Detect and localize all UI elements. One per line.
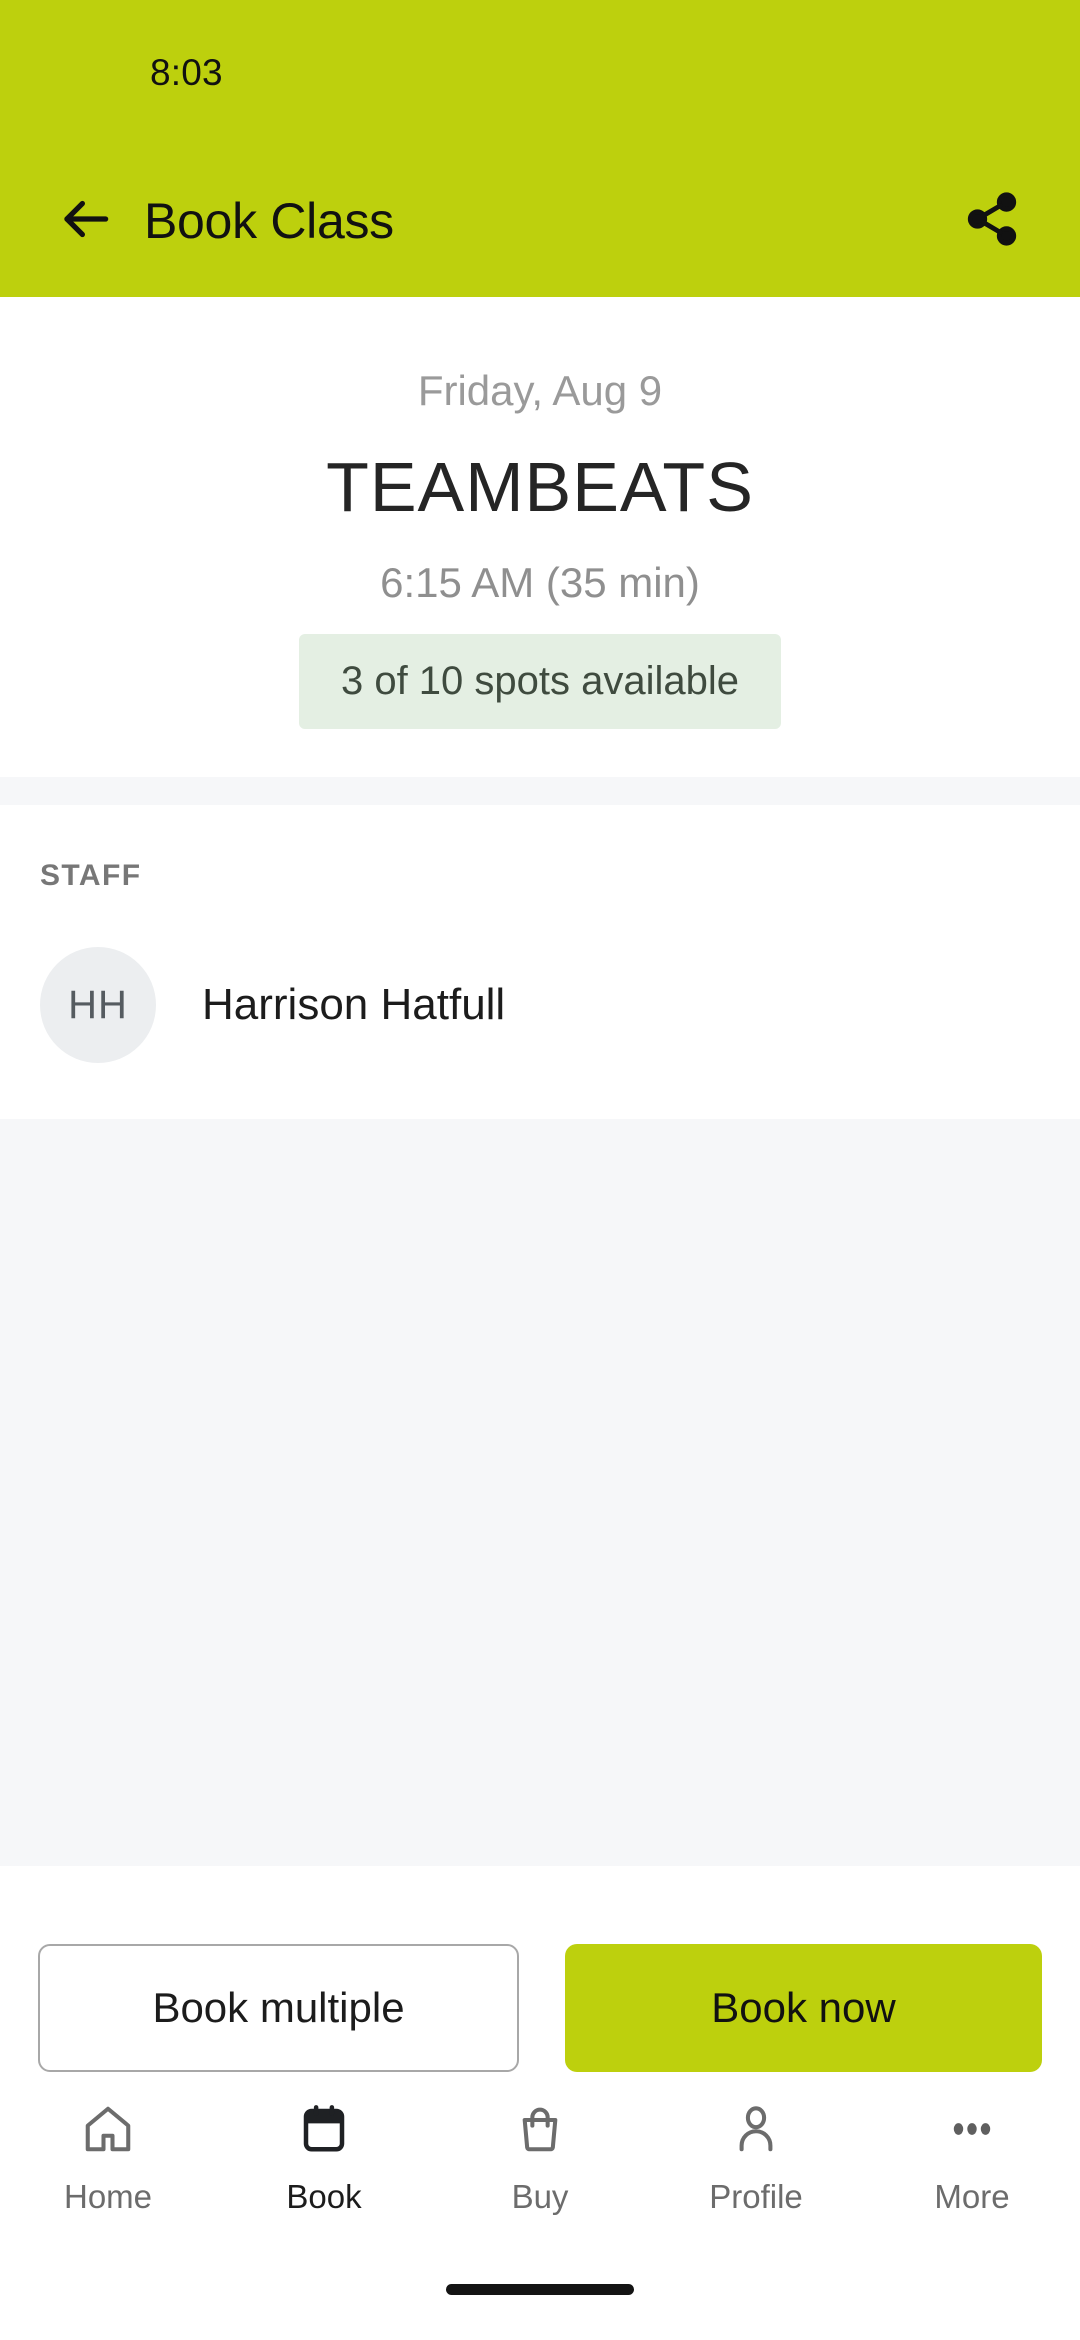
staff-list-item[interactable]: HH Harrison Hatfull — [40, 947, 1040, 1119]
app-bar: 8:03 Book Class — [0, 0, 1080, 297]
staff-section: STAFF HH Harrison Hatfull — [0, 805, 1080, 1119]
gesture-bar-area — [0, 2284, 1080, 2340]
more-dots-icon — [945, 2096, 999, 2162]
spots-available-badge: 3 of 10 spots available — [298, 634, 782, 729]
content-empty-area — [0, 1119, 1080, 1866]
share-icon — [963, 190, 1021, 253]
nav-label-home: Home — [63, 2178, 153, 2215]
book-now-button[interactable]: Book now — [565, 1944, 1042, 2072]
home-gesture-pill[interactable] — [446, 2284, 634, 2295]
nav-item-more[interactable]: More — [864, 2096, 1080, 2216]
arrow-left-icon — [54, 188, 116, 255]
nav-label-profile: Profile — [709, 2178, 803, 2215]
book-class-screen: 8:03 Book Class Friday, Aug 9 TEAMBEATS … — [0, 0, 1080, 2340]
staff-section-label: STAFF — [40, 859, 142, 892]
book-multiple-button[interactable]: Book multiple — [38, 1944, 519, 2072]
nav-label-more: More — [934, 2178, 1010, 2215]
avatar-initials: HH — [68, 982, 128, 1027]
nav-label-book: Book — [286, 2178, 362, 2215]
class-summary: Friday, Aug 9 TEAMBEATS 6:15 AM (35 min)… — [0, 297, 1080, 777]
person-icon — [729, 2096, 783, 2162]
action-bar: Book multiple Book now — [0, 1866, 1080, 2072]
status-bar-clock: 8:03 — [150, 51, 223, 93]
nav-item-buy[interactable]: Buy — [432, 2096, 648, 2216]
nav-item-book[interactable]: Book — [216, 2096, 432, 2216]
bottom-navigation: Home Book Buy Profile More — [0, 2072, 1080, 2284]
app-bar-row: Book Class — [0, 145, 1080, 297]
page-title: Book Class — [144, 193, 394, 249]
class-name: TEAMBEATS — [326, 448, 754, 526]
status-bar: 8:03 — [0, 0, 1080, 145]
home-icon — [81, 2096, 135, 2162]
section-divider-top — [0, 777, 1080, 805]
back-button[interactable] — [48, 184, 122, 258]
nav-item-profile[interactable]: Profile — [648, 2096, 864, 2216]
avatar: HH — [40, 947, 156, 1063]
calendar-icon — [297, 2096, 351, 2162]
class-time: 6:15 AM (35 min) — [380, 559, 700, 606]
class-date: Friday, Aug 9 — [417, 367, 663, 414]
staff-name: Harrison Hatfull — [202, 980, 506, 1029]
nav-label-buy: Buy — [511, 2178, 569, 2215]
nav-item-home[interactable]: Home — [0, 2096, 216, 2216]
shopping-bag-icon — [513, 2096, 567, 2162]
share-button[interactable] — [952, 181, 1032, 261]
